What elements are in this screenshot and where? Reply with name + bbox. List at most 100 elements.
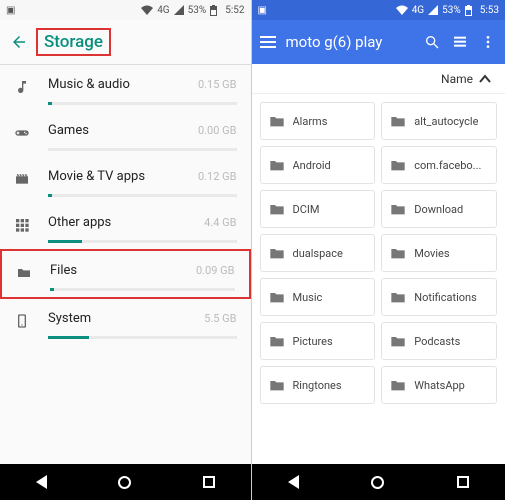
battery-icon bbox=[465, 5, 472, 16]
back-icon[interactable] bbox=[10, 33, 28, 51]
folder-com-facebo-[interactable]: com.facebo... bbox=[381, 146, 497, 184]
list-view-icon[interactable] bbox=[451, 33, 469, 51]
folder-alt-autocycle[interactable]: alt_autocycle bbox=[381, 102, 497, 140]
folder-pictures[interactable]: Pictures bbox=[260, 322, 376, 360]
folder-alarms[interactable]: Alarms bbox=[260, 102, 376, 140]
usage-bar bbox=[48, 102, 237, 105]
storage-list: Music & audio0.15 GBGames0.00 GBMovie & … bbox=[0, 65, 251, 464]
folder-dcim[interactable]: DCIM bbox=[260, 190, 376, 228]
folder-icon bbox=[390, 334, 406, 348]
nav-back-icon[interactable] bbox=[288, 475, 299, 489]
system-icon bbox=[14, 313, 34, 329]
menu-icon[interactable] bbox=[260, 36, 276, 48]
storage-category-label: Games bbox=[48, 123, 89, 138]
folder-dualspace[interactable]: dualspace bbox=[260, 234, 376, 272]
nav-back-icon[interactable] bbox=[36, 475, 47, 489]
page-title: Storage bbox=[44, 32, 103, 52]
usage-bar bbox=[50, 288, 235, 291]
search-icon[interactable] bbox=[423, 33, 441, 51]
clock: 5:53 bbox=[480, 5, 499, 16]
chevron-up-icon bbox=[479, 74, 491, 84]
folder-label: Download bbox=[414, 203, 463, 216]
folder-icon bbox=[390, 246, 406, 260]
folder-music[interactable]: Music bbox=[260, 278, 376, 316]
storage-settings-screen: ▣ 4G 53% 5:52 Storage Music & audio 0.15 … bbox=[0, 0, 251, 500]
status-bar: ▣ 4G 53% 5:52 bbox=[0, 0, 251, 20]
navigation-bar bbox=[0, 464, 251, 500]
folder-podcasts[interactable]: Podcasts bbox=[381, 322, 497, 360]
usage-bar bbox=[48, 336, 237, 339]
storage-category-label: Movie & TV apps bbox=[48, 169, 145, 184]
folder-label: Notifications bbox=[414, 291, 477, 304]
folder-label: Podcasts bbox=[414, 335, 460, 348]
folder-label: DCIM bbox=[293, 203, 320, 216]
folder-label: com.facebo... bbox=[414, 159, 481, 172]
music-icon bbox=[14, 79, 34, 95]
camera-indicator-icon: ▣ bbox=[258, 5, 267, 16]
navigation-bar bbox=[252, 464, 505, 500]
folder-download[interactable]: Download bbox=[381, 190, 497, 228]
storage-category-label: Files bbox=[50, 263, 77, 278]
nav-home-icon[interactable] bbox=[371, 476, 384, 489]
storage-category-label: Other apps bbox=[48, 215, 111, 230]
camera-indicator-icon: ▣ bbox=[6, 5, 15, 16]
more-icon[interactable] bbox=[479, 33, 497, 51]
storage-size-value: 4.4 GB bbox=[204, 216, 236, 229]
grid-icon bbox=[14, 217, 34, 233]
folder-movies[interactable]: Movies bbox=[381, 234, 497, 272]
usage-bar bbox=[48, 148, 237, 151]
storage-category-label: Music & audio bbox=[48, 77, 130, 92]
folder-icon bbox=[269, 378, 285, 392]
sort-control[interactable]: Name bbox=[252, 64, 505, 94]
folder-label: Ringtones bbox=[293, 379, 342, 392]
storage-row-files[interactable]: Files 0.09 GB bbox=[0, 249, 251, 299]
folder-icon bbox=[390, 290, 406, 304]
folder-label: Pictures bbox=[293, 335, 333, 348]
storage-row-music-audio[interactable]: Music & audio 0.15 GB bbox=[0, 65, 251, 111]
folder-label: Android bbox=[293, 159, 331, 172]
nav-home-icon[interactable] bbox=[118, 476, 131, 489]
wifi-icon bbox=[141, 5, 153, 15]
status-bar: ▣ 4G 53% 5:53 bbox=[252, 0, 505, 20]
folder-icon bbox=[269, 334, 285, 348]
folder-icon bbox=[390, 158, 406, 172]
storage-row-movie-tv-apps[interactable]: Movie & TV apps 0.12 GB bbox=[0, 157, 251, 203]
sort-label: Name bbox=[441, 72, 473, 86]
gamepad-icon bbox=[14, 125, 34, 141]
folder-icon bbox=[390, 378, 406, 392]
folder-label: WhatsApp bbox=[414, 379, 465, 392]
folder-ringtones[interactable]: Ringtones bbox=[260, 366, 376, 404]
usage-bar bbox=[48, 194, 237, 197]
signal-icon bbox=[174, 5, 184, 15]
folder-android[interactable]: Android bbox=[260, 146, 376, 184]
folder-icon bbox=[390, 202, 406, 216]
nav-recent-icon[interactable] bbox=[457, 476, 469, 488]
folder-icon bbox=[269, 290, 285, 304]
storage-size-value: 5.5 GB bbox=[204, 312, 236, 325]
folder-label: Movies bbox=[414, 247, 449, 260]
folder-icon bbox=[16, 265, 36, 281]
signal-icon bbox=[428, 5, 438, 15]
lte-icon: 4G bbox=[157, 5, 169, 16]
battery-percent: 53% bbox=[188, 5, 207, 16]
storage-row-system[interactable]: System5.5 GB bbox=[0, 299, 251, 345]
folder-whatsapp[interactable]: WhatsApp bbox=[381, 366, 497, 404]
storage-row-games[interactable]: Games0.00 GB bbox=[0, 111, 251, 157]
app-bar: Storage bbox=[0, 20, 251, 64]
folder-label: dualspace bbox=[293, 247, 343, 260]
storage-row-other-apps[interactable]: Other apps 4.4 GB bbox=[0, 203, 251, 249]
usage-bar bbox=[48, 240, 237, 243]
battery-percent: 53% bbox=[442, 5, 461, 16]
folder-label: Music bbox=[293, 291, 323, 304]
lte-icon: 4G bbox=[412, 5, 424, 16]
storage-size-value: 0.15 GB bbox=[198, 78, 237, 91]
app-bar: moto g(6) play bbox=[252, 20, 505, 64]
app-title: moto g(6) play bbox=[286, 33, 414, 51]
storage-size-value: 0.09 GB bbox=[196, 264, 235, 277]
folder-icon bbox=[269, 246, 285, 260]
folder-label: alt_autocycle bbox=[414, 115, 478, 128]
folder-notifications[interactable]: Notifications bbox=[381, 278, 497, 316]
nav-recent-icon[interactable] bbox=[203, 476, 215, 488]
storage-size-value: 0.12 GB bbox=[198, 170, 237, 183]
folder-grid: Alarms alt_autocycle Android com.facebo... D… bbox=[252, 94, 505, 412]
